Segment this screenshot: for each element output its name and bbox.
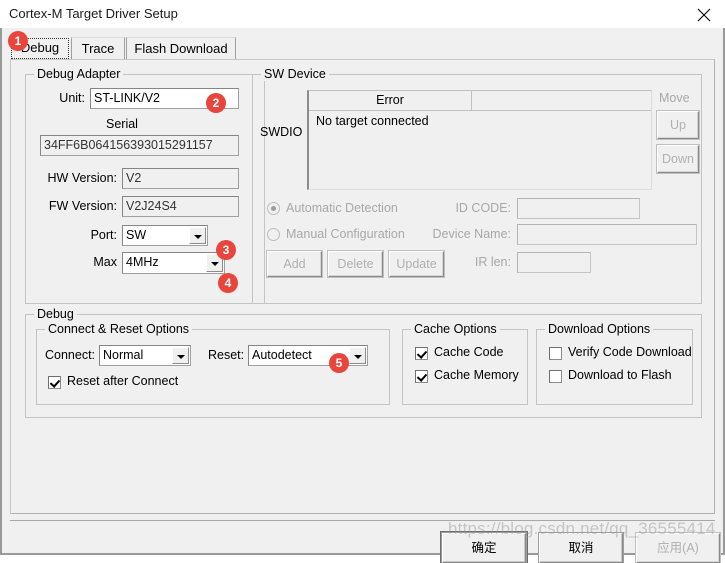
reset-label: Reset: [208,348,245,362]
add-label: Add [283,257,306,271]
move-label: Move [659,91,690,105]
cortex-m-target-driver-setup-dialog: Cortex-M Target Driver Setup Debug Trace… [0,0,725,563]
debug-adapter-group: Debug Adapter Unit: ST-LINK/V2 Serial 34… [25,67,265,304]
close-button[interactable] [683,0,725,28]
verify-code-download-checkbox[interactable] [549,347,562,360]
debug-group: Debug Connect & Reset Options Connect: N… [25,307,702,418]
ok-label: 确定 [471,541,497,555]
apply-button[interactable]: 应用(A) [636,533,720,563]
swdio-label: SWDIO [260,125,303,139]
reset-after-connect-label: Reset after Connect [67,374,179,388]
verify-code-download-label: Verify Code Download [568,345,692,359]
download-options-group: Download Options Verify Code Download Do… [536,322,693,405]
delete-label: Delete [337,257,374,271]
cache-memory-checkbox[interactable] [415,370,428,383]
cancel-label: 取消 [568,541,594,555]
column-header-blank[interactable] [472,91,651,111]
column-header-error[interactable]: Error [309,91,473,111]
cache-memory-label: Cache Memory [434,368,519,382]
cache-options-title: Cache Options [411,322,500,336]
sw-device-group-title: SW Device [261,67,329,81]
connect-label: Connect: [45,348,96,362]
connect-reset-options-title: Connect & Reset Options [45,322,193,336]
sw-device-list-header: Error [309,91,651,111]
automatic-detection-label: Automatic Detection [286,201,398,215]
footer-separator [10,520,715,521]
annotation-badge-2: 2 [206,93,226,113]
port-label: Port: [90,228,117,242]
automatic-detection-radio[interactable] [267,202,280,215]
chevron-down-icon[interactable] [349,347,366,364]
add-button[interactable]: Add [267,251,322,277]
table-cell-error: No target connected [316,114,429,128]
apply-label: 应用(A) [657,541,699,555]
connect-combo-value: Normal [103,348,144,362]
unit-label: Unit: [59,91,85,105]
title-bar: Cortex-M Target Driver Setup [0,0,725,28]
sw-device-group: SW Device SWDIO Error No target connecte… [252,67,702,304]
move-down-label: Down [662,152,694,166]
tab-flash-download-label: Flash Download [134,41,228,56]
tab-trace[interactable]: Trace [71,37,125,59]
debug-adapter-group-title: Debug Adapter [34,67,124,81]
connect-combo[interactable]: Normal [99,345,191,366]
annotation-badge-4: 4 [218,273,238,293]
dialog-body: Debug Trace Flash Download Debug Adapter… [0,28,725,563]
ir-len-label: IR len: [474,255,511,269]
id-code-field[interactable] [517,198,640,219]
max-label: Max [93,255,117,269]
download-options-title: Download Options [545,322,654,336]
chevron-down-icon[interactable] [172,347,189,364]
port-combo[interactable]: SW [122,225,208,246]
annotation-badge-1: 1 [8,31,28,51]
reset-after-connect-checkbox[interactable] [48,376,61,389]
cache-code-checkbox[interactable] [415,347,428,360]
tab-flash-download[interactable]: Flash Download [126,37,236,59]
move-down-button[interactable]: Down [657,145,699,173]
annotation-badge-5: 5 [329,353,349,373]
download-to-flash-label: Download to Flash [568,368,672,382]
ir-len-field[interactable] [517,252,591,273]
max-clock-combo[interactable]: 4MHz [122,252,225,274]
serial-label: Serial [106,117,138,131]
cache-options-group: Cache Options Cache Code Cache Memory [402,322,528,405]
update-button[interactable]: Update [389,251,444,277]
hw-version-field: V2 [122,168,239,189]
fw-version-field: V2J24S4 [122,196,239,217]
reset-combo-value: Autodetect [252,348,312,362]
debug-tab-panel: Debug Adapter Unit: ST-LINK/V2 Serial 34… [10,59,715,514]
download-to-flash-checkbox[interactable] [549,370,562,383]
id-code-label: ID CODE: [455,201,511,215]
max-clock-combo-value: 4MHz [126,255,159,269]
reset-combo[interactable]: Autodetect [248,345,368,366]
window-title: Cortex-M Target Driver Setup [9,6,178,21]
sw-device-list[interactable]: Error No target connected [307,90,652,190]
debug-group-title: Debug [34,307,77,321]
fw-version-label: FW Version: [48,199,117,213]
cache-code-label: Cache Code [434,345,504,359]
device-name-field[interactable] [517,224,697,245]
cancel-button[interactable]: 取消 [539,533,623,563]
hw-version-label: HW Version: [47,171,117,185]
delete-button[interactable]: Delete [328,251,383,277]
annotation-badge-3: 3 [216,240,236,260]
port-combo-value: SW [126,228,147,242]
table-row[interactable]: No target connected [309,111,429,131]
manual-configuration-label: Manual Configuration [286,227,405,241]
manual-configuration-radio[interactable] [267,228,280,241]
tab-trace-label: Trace [81,41,115,56]
serial-field[interactable]: 34FF6B064156393015291157 [40,135,239,156]
ok-button[interactable]: 确定 [440,531,528,563]
move-up-button[interactable]: Up [657,111,699,139]
chevron-down-icon[interactable] [189,227,206,244]
device-name-label: Device Name: [432,227,512,241]
move-up-label: Up [670,118,686,132]
update-label: Update [396,257,437,271]
